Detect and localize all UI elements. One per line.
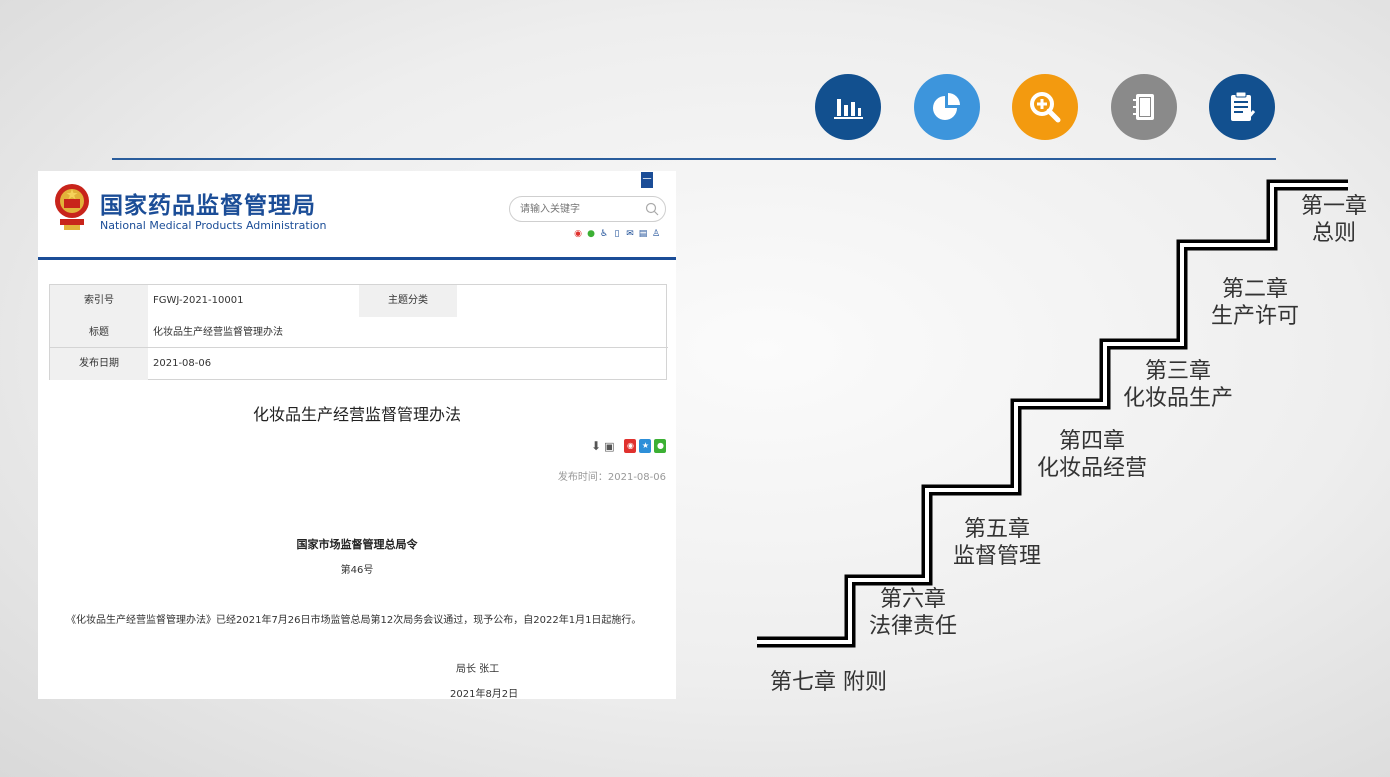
chapter-6-num: 第六章 bbox=[879, 587, 946, 612]
chapter-3: 第三章 化妆品生产 bbox=[1116, 358, 1240, 412]
chapter-5: 第五章 监督管理 bbox=[946, 516, 1048, 570]
chapter-2-num: 第二章 bbox=[1221, 277, 1288, 302]
chapter-2: 第二章 生产许可 bbox=[1205, 276, 1305, 330]
chapter-6-name: 法律责任 bbox=[868, 614, 957, 639]
chapter-3-name: 化妆品生产 bbox=[1122, 386, 1233, 411]
chapter-4-name: 化妆品经营 bbox=[1036, 456, 1147, 481]
chapter-4-num: 第四章 bbox=[1058, 429, 1125, 454]
chapter-7: 第七章 附则 bbox=[770, 669, 887, 696]
chapter-3-num: 第三章 bbox=[1144, 359, 1211, 384]
chapter-4: 第四章 化妆品经营 bbox=[1030, 428, 1154, 482]
chapter-5-num: 第五章 bbox=[963, 517, 1030, 542]
chapter-7-name: 附则 bbox=[843, 670, 888, 695]
chapter-1-num: 第一章 bbox=[1300, 194, 1367, 219]
chapter-7-num: 第七章 bbox=[770, 670, 837, 695]
chapter-2-name: 生产许可 bbox=[1210, 304, 1299, 329]
chapter-6: 第六章 法律责任 bbox=[862, 586, 964, 640]
chapter-5-name: 监督管理 bbox=[952, 544, 1041, 569]
chapter-1: 第一章 总则 bbox=[1298, 193, 1370, 247]
chapter-1-name: 总则 bbox=[1311, 221, 1356, 246]
